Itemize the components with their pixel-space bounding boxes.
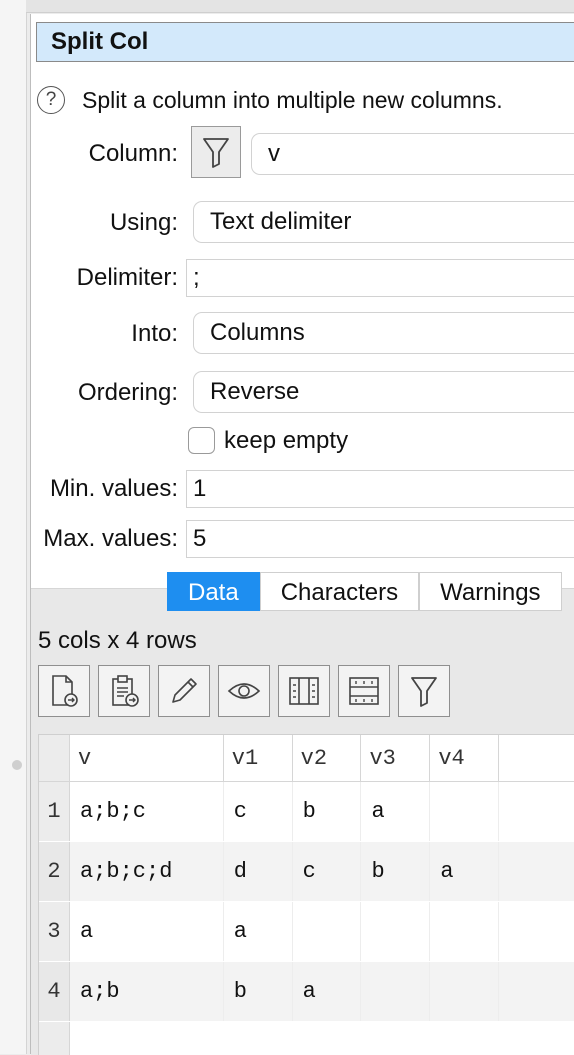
table-summary: 5 cols x 4 rows bbox=[38, 627, 197, 655]
table-row[interactable]: 2 a;b;c;d d c b a bbox=[39, 842, 574, 902]
table-cell: a bbox=[223, 902, 292, 962]
using-label: Using: bbox=[110, 208, 178, 238]
splitter-handle[interactable] bbox=[12, 760, 22, 770]
tab-warnings[interactable]: Warnings bbox=[419, 572, 561, 611]
table-row[interactable]: 4 a;b b a bbox=[39, 962, 574, 1022]
rows-button[interactable] bbox=[338, 665, 390, 717]
table-cell bbox=[361, 962, 430, 1022]
left-gutter bbox=[0, 0, 27, 1054]
table-cell: a;b;c bbox=[69, 782, 223, 842]
column-header[interactable]: v4 bbox=[430, 735, 499, 782]
empty-cell bbox=[69, 1022, 574, 1055]
preview-table[interactable]: v v1 v2 v3 v4 1 a;b;c c b a 2 a;b;c;d d bbox=[38, 734, 574, 1055]
column-label: Column: bbox=[89, 139, 178, 169]
delimiter-label: Delimiter: bbox=[77, 263, 178, 293]
row-number: 2 bbox=[39, 842, 69, 902]
export-button[interactable] bbox=[38, 665, 90, 717]
table-cell: c bbox=[223, 782, 292, 842]
empty-cell bbox=[499, 962, 574, 1022]
table-cell: a bbox=[361, 782, 430, 842]
filter-icon bbox=[202, 136, 230, 168]
table-cell: b bbox=[223, 962, 292, 1022]
table-cell: a bbox=[69, 902, 223, 962]
into-select[interactable]: Columns bbox=[193, 312, 574, 354]
row-number: 4 bbox=[39, 962, 69, 1022]
delimiter-input[interactable]: ; bbox=[186, 259, 574, 297]
keep-empty-label: keep empty bbox=[224, 427, 348, 455]
paste-icon bbox=[108, 674, 140, 708]
table-cell: b bbox=[292, 782, 361, 842]
dialog-title: Split Col bbox=[36, 22, 574, 62]
table-row[interactable]: 1 a;b;c c b a bbox=[39, 782, 574, 842]
table-cell bbox=[430, 782, 499, 842]
table-cell bbox=[430, 962, 499, 1022]
eye-icon bbox=[227, 679, 261, 703]
help-text: Split a column into multiple new columns… bbox=[82, 86, 503, 114]
table-cell bbox=[430, 902, 499, 962]
tab-characters[interactable]: Characters bbox=[260, 572, 419, 611]
column-header[interactable]: v3 bbox=[361, 735, 430, 782]
table-cell: a;b bbox=[69, 962, 223, 1022]
row-number: 1 bbox=[39, 782, 69, 842]
column-select[interactable]: v bbox=[251, 133, 574, 175]
empty-cell bbox=[499, 842, 574, 902]
view-button[interactable] bbox=[218, 665, 270, 717]
table-cell: c bbox=[292, 842, 361, 902]
table-cell bbox=[292, 902, 361, 962]
tab-data[interactable]: Data bbox=[167, 572, 260, 611]
columns-button[interactable] bbox=[278, 665, 330, 717]
preview-tabs: Data Characters Warnings bbox=[167, 572, 562, 611]
preview-toolbar bbox=[38, 665, 450, 717]
column-header[interactable]: v bbox=[69, 735, 223, 782]
max-values-input[interactable]: 5 bbox=[186, 520, 574, 558]
table-cell: a bbox=[430, 842, 499, 902]
keep-empty-checkbox[interactable] bbox=[188, 427, 215, 454]
column-header[interactable]: v1 bbox=[223, 735, 292, 782]
rows-icon bbox=[347, 675, 381, 707]
filter-icon bbox=[410, 675, 438, 707]
table-row[interactable]: 3 a a bbox=[39, 902, 574, 962]
table-header-row: v v1 v2 v3 v4 bbox=[39, 735, 574, 782]
max-values-label: Max. values: bbox=[43, 524, 178, 554]
into-label: Into: bbox=[131, 319, 178, 349]
pencil-icon bbox=[168, 675, 200, 707]
table-cell: b bbox=[361, 842, 430, 902]
table-cell bbox=[361, 902, 430, 962]
filter-button[interactable] bbox=[398, 665, 450, 717]
table-cell: a;b;c;d bbox=[69, 842, 223, 902]
min-values-input[interactable]: 1 bbox=[186, 470, 574, 508]
edit-button[interactable] bbox=[158, 665, 210, 717]
min-values-label: Min. values: bbox=[50, 474, 178, 504]
row-number bbox=[39, 1022, 69, 1055]
empty-cell bbox=[499, 782, 574, 842]
top-bar bbox=[26, 0, 574, 13]
paste-button[interactable] bbox=[98, 665, 150, 717]
export-icon bbox=[49, 674, 79, 708]
columns-icon bbox=[287, 675, 321, 707]
empty-header bbox=[499, 735, 574, 782]
ordering-label: Ordering: bbox=[78, 378, 178, 408]
ordering-select[interactable]: Reverse bbox=[193, 371, 574, 413]
column-filter-button[interactable] bbox=[191, 126, 241, 178]
table-cell: a bbox=[292, 962, 361, 1022]
row-number: 3 bbox=[39, 902, 69, 962]
table-row bbox=[39, 1022, 574, 1055]
empty-cell bbox=[499, 902, 574, 962]
help-icon[interactable]: ? bbox=[37, 86, 65, 114]
row-number-header bbox=[39, 735, 69, 782]
column-header[interactable]: v2 bbox=[292, 735, 361, 782]
table-cell: d bbox=[223, 842, 292, 902]
using-select[interactable]: Text delimiter bbox=[193, 201, 574, 243]
